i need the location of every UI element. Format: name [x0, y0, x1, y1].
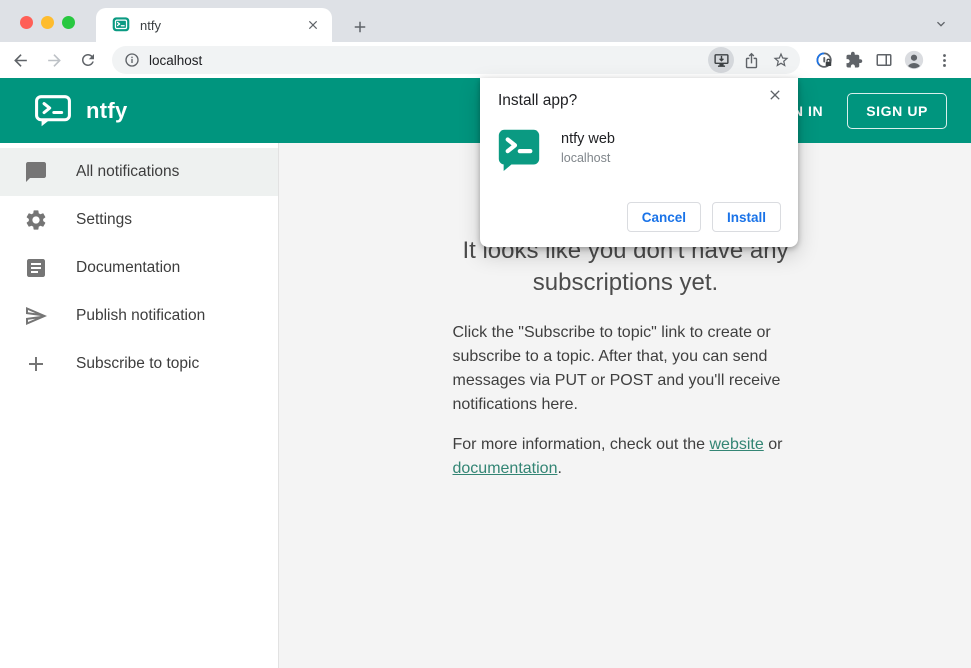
plus-icon	[29, 357, 43, 371]
paragraph-2-text: For more information, check out the	[452, 436, 710, 453]
close-window-button[interactable]	[20, 16, 33, 29]
bookmark-star-icon[interactable]	[768, 47, 794, 73]
paragraph-2-text: or	[763, 436, 783, 453]
dialog-app-info: ntfy web localhost	[498, 128, 615, 172]
sidebar-item-label: Documentation	[76, 259, 181, 276]
macos-traffic-lights	[20, 16, 75, 29]
chat-icon	[26, 162, 46, 182]
browser-window: ntfy localhost ntfy IN SIGN UP All notif…	[0, 0, 971, 668]
website-link[interactable]: website	[710, 436, 764, 453]
dialog-actions: Cancel Install	[626, 202, 781, 232]
extension-area	[808, 46, 958, 74]
dialog-app-meta: ntfy web localhost	[561, 128, 615, 172]
brand: ntfy	[34, 94, 128, 127]
browser-toolbar: localhost	[0, 42, 971, 78]
tab-strip: ntfy	[0, 0, 971, 42]
gear-icon	[26, 210, 46, 230]
empty-state-paragraph-1: Click the "Subscribe to topic" link to c…	[452, 324, 781, 413]
reload-icon[interactable]	[74, 46, 102, 74]
url-text[interactable]: localhost	[149, 53, 704, 68]
article-icon	[27, 259, 45, 277]
documentation-link[interactable]: documentation	[453, 460, 558, 477]
heading-line-2: subscriptions yet.	[532, 269, 719, 296]
browser-tab[interactable]: ntfy	[96, 8, 332, 42]
empty-state-paragraph-2: For more information, check out the webs…	[453, 433, 799, 481]
extensions-puzzle-icon[interactable]	[840, 46, 868, 74]
sidebar-item-label: All notifications	[76, 163, 180, 180]
dialog-app-name: ntfy web	[561, 131, 615, 147]
install-app-icon[interactable]	[708, 47, 734, 73]
sidebar-item-subscribe-to-topic[interactable]: Subscribe to topic	[0, 340, 278, 388]
dialog-close-icon[interactable]	[764, 84, 786, 106]
cancel-button[interactable]: Cancel	[626, 202, 701, 232]
dialog-title: Install app?	[498, 92, 578, 109]
sidebar-item-label: Subscribe to topic	[76, 355, 200, 372]
password-manager-extension-icon[interactable]	[810, 46, 838, 74]
sidebar-item-settings[interactable]: Settings	[0, 196, 278, 244]
new-tab-button[interactable]	[346, 13, 374, 41]
send-icon	[26, 307, 47, 325]
forward-icon[interactable]	[40, 46, 68, 74]
browser-menu-kebab-icon[interactable]	[930, 46, 958, 74]
sidebar-item-publish-notification[interactable]: Publish notification	[0, 292, 278, 340]
maximize-window-button[interactable]	[62, 16, 75, 29]
site-info-icon[interactable]	[124, 52, 140, 68]
sidebar-item-label: Settings	[76, 211, 133, 228]
sign-up-button[interactable]: SIGN UP	[847, 92, 947, 129]
ntfy-logo-icon	[35, 94, 71, 126]
sidebar-item-documentation[interactable]: Documentation	[0, 244, 278, 292]
tab-title: ntfy	[140, 17, 161, 33]
side-panel-icon[interactable]	[870, 46, 898, 74]
brand-name: ntfy	[86, 97, 128, 123]
install-button[interactable]: Install	[711, 202, 781, 232]
share-icon[interactable]	[738, 47, 764, 73]
minimize-window-button[interactable]	[41, 16, 54, 29]
back-icon[interactable]	[6, 46, 34, 74]
install-app-dialog: Install app? ntfy web localhost Cancel I…	[480, 78, 798, 247]
sidebar: All notifications Settings Documentation…	[0, 143, 279, 668]
address-bar[interactable]: localhost	[112, 46, 800, 74]
tab-close-icon[interactable]	[304, 16, 322, 34]
ntfy-favicon	[112, 17, 130, 32]
profile-avatar-icon[interactable]	[900, 46, 928, 74]
dialog-app-origin: localhost	[561, 151, 611, 165]
paragraph-2-text: .	[557, 460, 562, 477]
sidebar-item-all-notifications[interactable]: All notifications	[0, 148, 278, 196]
tab-search-chevron-icon[interactable]	[933, 16, 949, 32]
ntfy-app-icon	[498, 129, 540, 171]
sidebar-item-label: Publish notification	[76, 307, 206, 324]
